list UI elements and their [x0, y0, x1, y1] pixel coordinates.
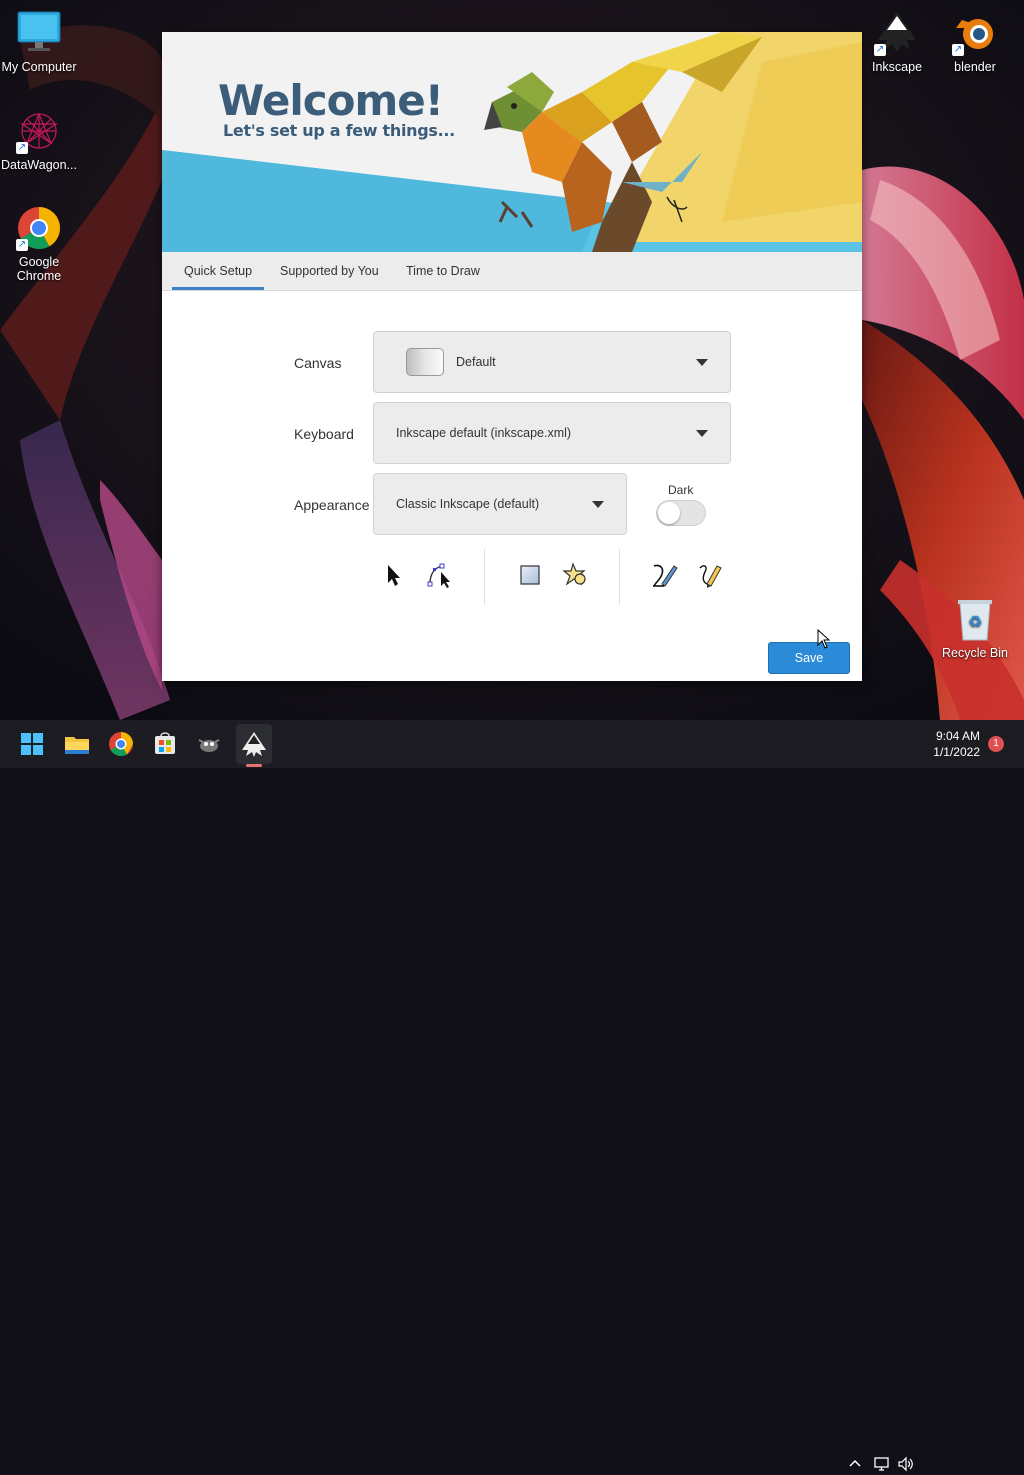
- start-icon[interactable]: [16, 728, 48, 760]
- keyboard-dropdown[interactable]: Inkscape default (inkscape.xml): [373, 402, 731, 464]
- blender-icon: ↗: [952, 10, 998, 56]
- dark-mode-label: Dark: [668, 483, 694, 497]
- selector-icon[interactable]: [378, 560, 408, 590]
- appearance-label: Appearance: [294, 497, 370, 513]
- appearance-value: Classic Inkscape (default): [396, 497, 540, 511]
- inkscape-welcome-dialog: Welcome! Let's set up a few things... Qu…: [162, 32, 862, 681]
- welcome-banner: Welcome! Let's set up a few things...: [162, 32, 862, 252]
- desktop-icon-label: My Computer: [1, 60, 77, 74]
- node-editor-icon[interactable]: [424, 560, 454, 590]
- volume-icon[interactable]: [897, 1456, 915, 1472]
- shortcut-arrow-icon: ↗: [16, 239, 28, 251]
- desktop-icon-label: DataWagon...: [1, 158, 77, 172]
- welcome-title: Welcome!: [218, 76, 444, 125]
- desktop-icon-label: Inkscape: [871, 60, 923, 74]
- datawagon-icon: ↗: [16, 108, 62, 154]
- tab-quick-setup[interactable]: Quick Setup: [171, 252, 265, 290]
- monitor-icon: [16, 10, 62, 56]
- appearance-dropdown[interactable]: Classic Inkscape (default): [373, 473, 627, 535]
- desktop-icon-label: Recycle Bin: [942, 646, 1008, 660]
- save-button[interactable]: Save: [768, 642, 850, 674]
- banner-artwork: [162, 32, 862, 252]
- store-icon[interactable]: [149, 728, 181, 760]
- calligraphy-icon[interactable]: [650, 560, 680, 590]
- keyboard-label: Keyboard: [294, 426, 354, 442]
- desktop-icon-my-computer[interactable]: My Computer: [1, 10, 77, 74]
- desktop-icon-label: Google Chrome: [16, 255, 62, 283]
- chevron-down-icon: [696, 359, 708, 366]
- desktop-icon-label: blender: [954, 60, 996, 74]
- clock-date: 1/1/2022: [933, 745, 980, 759]
- shortcut-arrow-icon: ↗: [16, 142, 28, 154]
- taskbar: 9:04 AM 1/1/2022: [0, 720, 1024, 1472]
- canvas-label: Canvas: [294, 355, 342, 371]
- gimp-icon[interactable]: [193, 728, 225, 760]
- recycle-bin-icon: ♻: [952, 596, 998, 642]
- desktop-icon-google-chrome[interactable]: ↗ Google Chrome: [1, 205, 77, 283]
- dark-mode-toggle[interactable]: [656, 500, 706, 526]
- chevron-up-icon[interactable]: [846, 1456, 864, 1472]
- svg-text:♻: ♻: [968, 612, 982, 631]
- canvas-preview-swatch: [406, 348, 444, 376]
- desktop-icon-datawagon[interactable]: ↗ DataWagon...: [1, 108, 77, 172]
- canvas-dropdown[interactable]: Default: [373, 331, 731, 393]
- chrome-icon[interactable]: [105, 728, 137, 760]
- desktop-icon-inkscape[interactable]: ↗ Inkscape: [859, 10, 935, 74]
- desktop-icon-recycle-bin[interactable]: ♻ Recycle Bin: [937, 596, 1013, 660]
- welcome-subtitle: Let's set up a few things...: [223, 121, 455, 140]
- shortcut-arrow-icon: ↗: [874, 44, 886, 56]
- canvas-value: Default: [456, 355, 496, 369]
- toggle-knob: [658, 502, 680, 524]
- clock-time: 9:04 AM: [935, 729, 980, 743]
- mouse-cursor-icon: [817, 628, 831, 652]
- star-icon[interactable]: [560, 560, 590, 590]
- keyboard-value: Inkscape default (inkscape.xml): [396, 426, 572, 440]
- tool-separator: [484, 549, 485, 605]
- chevron-down-icon: [696, 430, 708, 437]
- inkscape-icon[interactable]: [238, 728, 270, 760]
- tab-time-to-draw[interactable]: Time to Draw: [406, 252, 480, 290]
- system-clock[interactable]: 9:04 AM 1/1/2022: [933, 728, 980, 760]
- pencil-icon[interactable]: [695, 560, 725, 590]
- rectangle-icon[interactable]: [515, 560, 545, 590]
- tab-bar: Quick Setup Supported by You Time to Dra…: [162, 252, 862, 291]
- shortcut-arrow-icon: ↗: [952, 44, 964, 56]
- tool-separator: [619, 549, 620, 605]
- tab-supported-by-you[interactable]: Supported by You: [280, 252, 379, 290]
- chevron-down-icon: [592, 501, 604, 508]
- notification-badge[interactable]: 1: [988, 736, 1004, 752]
- inkscape-icon: ↗: [874, 10, 920, 56]
- chrome-icon: ↗: [16, 205, 62, 251]
- desktop-icon-blender[interactable]: ↗ blender: [937, 10, 1013, 74]
- network-icon[interactable]: [873, 1456, 891, 1472]
- running-indicator: [246, 764, 262, 767]
- file-explorer-icon[interactable]: [61, 728, 93, 760]
